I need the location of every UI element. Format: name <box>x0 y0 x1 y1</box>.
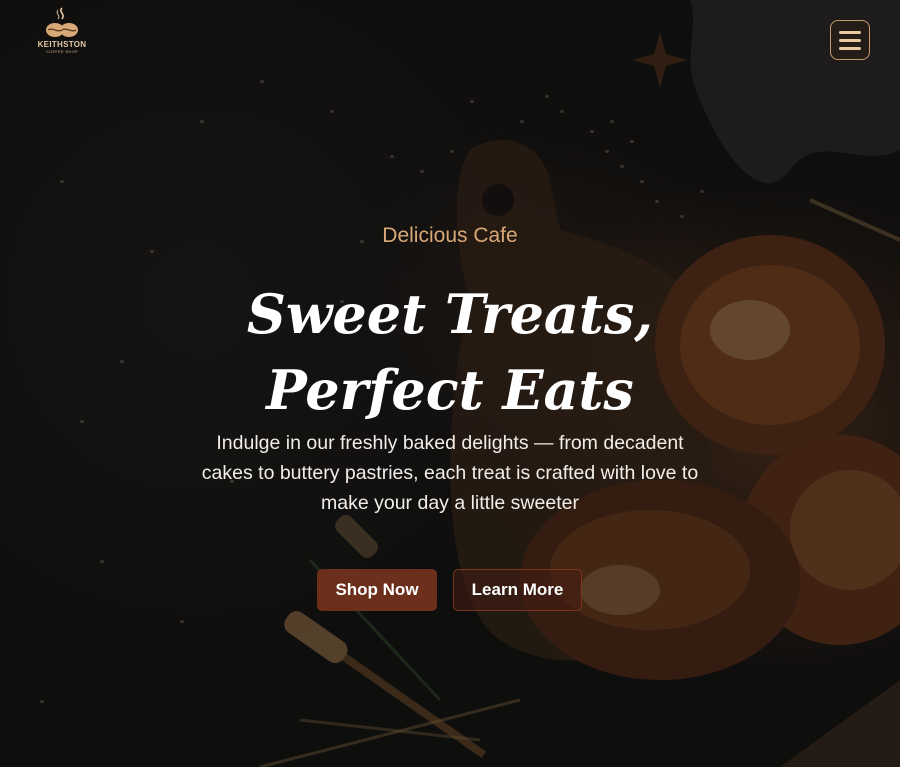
brand-name: KEITHSTON <box>37 40 87 49</box>
hero-headline: Sweet Treats, Perfect Eats <box>0 276 900 428</box>
menu-button[interactable] <box>830 20 870 60</box>
brand-subtitle: COFFEE SHOP <box>46 49 78 54</box>
learn-more-button[interactable]: Learn More <box>453 569 582 611</box>
hero-tagline: Delicious Cafe <box>382 224 518 247</box>
shop-now-button[interactable]: Shop Now <box>317 569 437 611</box>
hamburger-line-icon <box>839 46 861 50</box>
hero-description: Indulge in our freshly baked delights — … <box>201 432 699 514</box>
headline-line-2: Perfect Eats <box>266 358 634 422</box>
hamburger-line-icon <box>839 30 861 34</box>
hamburger-line-icon <box>839 38 861 42</box>
headline-line-1: Sweet Treats, <box>246 282 654 346</box>
brand-logo[interactable]: KEITHSTON COFFEE SHOP <box>30 6 94 62</box>
hero-section: KEITHSTON COFFEE SHOP Delicious Cafe Swe… <box>0 0 900 767</box>
coffee-beans-icon <box>46 7 78 37</box>
